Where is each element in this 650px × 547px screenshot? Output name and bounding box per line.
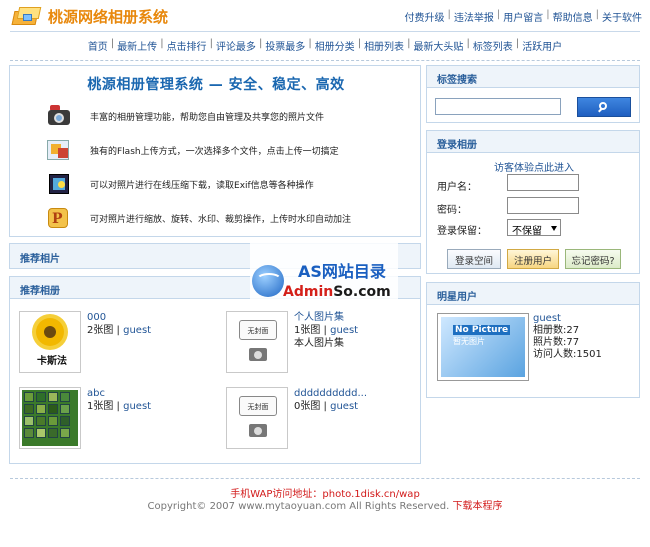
album-owner[interactable]: guest <box>123 325 151 336</box>
top-link-guestbook[interactable]: 用户留言 <box>503 9 543 24</box>
star-user-visits: 访问人数:1501 <box>533 349 602 360</box>
intro-panel: 桃源相册管理系统 — 安全、稳定、高效 丰富的相册管理功能，帮助您自由管理及共享… <box>9 65 421 237</box>
register-button[interactable]: 注册用户 <box>507 249 559 269</box>
login-title: 登录相册 <box>427 131 639 153</box>
download-link[interactable]: 下载本程序 <box>452 501 502 512</box>
album-title[interactable]: 个人图片集 <box>294 312 344 323</box>
no-cover-label: 无封面 <box>239 320 277 340</box>
feature-text: 独有的Flash上传方式，一次选择多个文件，点击上传一切搞定 <box>90 146 339 157</box>
nav-album-categories[interactable]: 相册分类 <box>315 38 355 53</box>
star-users-panel: 明星用户 No Picture 暂无图片 guest 相册数:27 照片数:77… <box>426 282 640 398</box>
feature-item: 丰富的相册管理功能，帮助您自由管理及共享您的照片文件 <box>46 103 324 129</box>
top-links: 付费升级 | 违法举报 | 用户留言 | 帮助信息 | 关于软件 <box>404 9 643 24</box>
album-count: 1张图 <box>294 325 321 336</box>
no-picture-sublabel: 暂无图片 <box>453 337 485 346</box>
album-count: 2张图 <box>87 325 114 336</box>
camera-icon <box>46 103 72 129</box>
watermark-title: AS网站目录 <box>298 262 386 281</box>
album-thumbnail[interactable]: 无封面 <box>226 311 288 373</box>
album-count: 1张图 <box>87 401 114 412</box>
password-label: 密码： <box>437 205 467 216</box>
star-user-photos: 照片数:77 <box>533 337 580 348</box>
top-link-upgrade[interactable]: 付费升级 <box>405 9 445 24</box>
album-card: 无封面 dddddddddd... 0张图 | guest <box>226 387 367 449</box>
nav-click-rank[interactable]: 点击排行 <box>167 38 207 53</box>
album-title[interactable]: abc <box>87 388 105 399</box>
tag-search-title: 标签搜索 <box>427 66 639 88</box>
no-picture-label: No Picture <box>453 325 511 335</box>
recommended-albums-panel: 推荐相册 卡斯法 000 2张图 | guest 无封面 个人图片集 1张图 |… <box>9 276 421 464</box>
star-user-name[interactable]: guest <box>533 313 561 324</box>
header: 桃源网络相册系统 付费升级 | 违法举报 | 用户留言 | 帮助信息 | 关于软… <box>0 0 650 32</box>
album-owner[interactable]: guest <box>330 325 358 336</box>
password-field[interactable] <box>507 197 579 214</box>
album-card: 卡斯法 000 2张图 | guest <box>19 311 151 373</box>
feature-item: 可以对照片进行在线压缩下载，读取Exif信息等各种操作 <box>46 171 314 197</box>
username-field[interactable] <box>507 174 579 191</box>
keep-login-select[interactable]: 不保留 <box>507 219 561 237</box>
adminso-watermark: AS网站目录 AdminSo.com <box>250 243 398 301</box>
tag-search-input[interactable] <box>435 98 561 115</box>
nav-active-users[interactable]: 活跃用户 <box>522 38 562 53</box>
album-owner[interactable]: guest <box>123 401 151 412</box>
nav-latest-upload[interactable]: 最新上传 <box>117 38 157 53</box>
album-card: abc 1张图 | guest <box>19 387 151 449</box>
top-link-about[interactable]: 关于软件 <box>602 9 642 24</box>
logo-text: 桃源网络相册系统 <box>48 7 169 26</box>
forgot-password-button[interactable]: 忘记密码? <box>565 249 621 269</box>
copyright: Copyright© 2007 www.mytaoyuan.com All Ri… <box>147 501 503 512</box>
album-thumbnail[interactable]: 卡斯法 <box>19 311 81 373</box>
keep-login-label: 登录保留： <box>437 226 487 237</box>
no-cover-label: 无封面 <box>239 396 277 416</box>
album-title[interactable]: 000 <box>87 312 106 323</box>
watermark-url: AdminSo.com <box>283 284 391 300</box>
nav-divider <box>10 60 640 61</box>
main-nav: 首页 | 最新上传 | 点击排行 | 评论最多 | 投票最多 | 相册分类 | 相册列表 | … <box>87 38 563 53</box>
nav-most-votes[interactable]: 投票最多 <box>265 38 305 53</box>
feature-item: 独有的Flash上传方式，一次选择多个文件，点击上传一切搞定 <box>46 137 339 163</box>
album-thumbnail[interactable] <box>19 387 81 449</box>
nav-latest-avatars[interactable]: 最新大头贴 <box>413 38 463 53</box>
feature-text: 可以对照片进行在线压缩下载，读取Exif信息等各种操作 <box>90 180 314 191</box>
star-user-albums: 相册数:27 <box>533 325 580 336</box>
login-button[interactable]: 登录空间 <box>447 249 501 269</box>
feature-text: 可对照片进行缩放、旋转、水印、裁剪操作，上传时水印自动加注 <box>90 214 352 225</box>
photo-album-icon <box>10 5 44 27</box>
album-count: 0张图 <box>294 401 321 412</box>
nav-tag-list[interactable]: 标签列表 <box>473 38 513 53</box>
album-thumbnail[interactable]: 无封面 <box>226 387 288 449</box>
site-logo[interactable]: 桃源网络相册系统 <box>10 5 168 27</box>
album-owner[interactable]: guest <box>330 401 358 412</box>
login-panel: 登录相册 访客体验点此进入 用户名： 密码： 登录保留： 不保留 登录空间 注册… <box>426 130 640 274</box>
chevron-down-icon <box>551 226 557 231</box>
star-users-title: 明星用户 <box>427 283 639 305</box>
feature-text: 丰富的相册管理功能，帮助您自由管理及共享您的照片文件 <box>90 112 325 123</box>
album-title[interactable]: dddddddddd... <box>294 388 367 399</box>
footer-divider <box>10 478 640 479</box>
top-link-report[interactable]: 违法举报 <box>454 9 494 24</box>
album-card: 无封面 个人图片集 1张图 | guest 本人图片集 <box>226 311 358 373</box>
flash-upload-icon <box>46 137 72 163</box>
thumbnail-caption: 卡斯法 <box>37 356 67 367</box>
tag-search-panel: 标签搜索 <box>426 65 640 123</box>
user-avatar[interactable]: No Picture 暂无图片 <box>437 313 529 381</box>
nav-home[interactable]: 首页 <box>88 38 108 53</box>
top-link-help[interactable]: 帮助信息 <box>553 9 593 24</box>
intro-title: 桃源相册管理系统 — 安全、稳定、高效 <box>87 77 345 93</box>
header-divider <box>10 31 640 32</box>
film-icon <box>46 171 72 197</box>
nav-album-list[interactable]: 相册列表 <box>364 38 404 53</box>
feature-item: P 可对照片进行缩放、旋转、水印、裁剪操作，上传时水印自动加注 <box>46 205 351 231</box>
album-description: 本人图片集 <box>294 338 344 349</box>
nav-most-comments[interactable]: 评论最多 <box>216 38 256 53</box>
guest-enter-link[interactable]: 访客体验点此进入 <box>427 159 641 174</box>
search-button[interactable] <box>577 97 631 117</box>
username-label: 用户名： <box>437 182 477 193</box>
paint-icon: P <box>46 205 72 231</box>
